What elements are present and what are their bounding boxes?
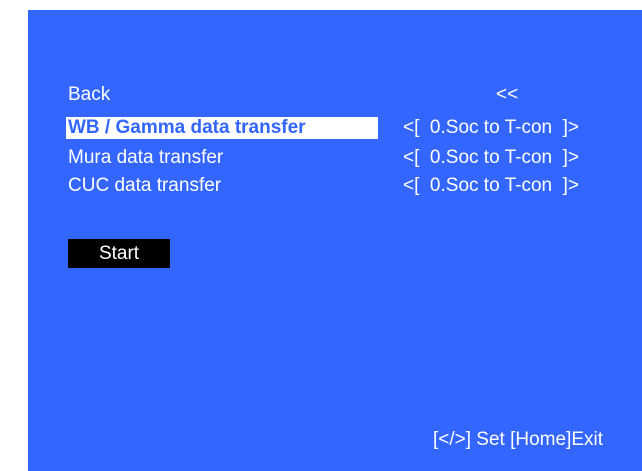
cuc-value[interactable]: <[ 0.Soc to T-con ]> [403, 175, 579, 197]
footer-hint: [</>] Set [Home]Exit [433, 429, 604, 450]
start-button[interactable]: Start [68, 239, 170, 268]
cuc-label[interactable]: CUC data transfer [68, 175, 221, 197]
mura-label[interactable]: Mura data transfer [68, 147, 223, 169]
menu-row-cuc[interactable]: CUC data transfer <[ 0.Soc to T-con ]> [28, 175, 642, 197]
menu-row-mura[interactable]: Mura data transfer <[ 0.Soc to T-con ]> [28, 147, 642, 169]
back-label[interactable]: Back [68, 84, 110, 106]
service-menu-panel: Back << WB / Gamma data transfer <[ 0.So… [28, 10, 642, 471]
menu-row-wb-gamma[interactable]: WB / Gamma data transfer <[ 0.Soc to T-c… [28, 117, 642, 139]
mura-value[interactable]: <[ 0.Soc to T-con ]> [403, 147, 579, 169]
back-arrow: << [496, 84, 519, 105]
wb-gamma-value[interactable]: <[ 0.Soc to T-con ]> [403, 117, 579, 139]
menu-row-back[interactable]: Back << [28, 84, 642, 106]
wb-gamma-label[interactable]: WB / Gamma data transfer [66, 117, 378, 139]
